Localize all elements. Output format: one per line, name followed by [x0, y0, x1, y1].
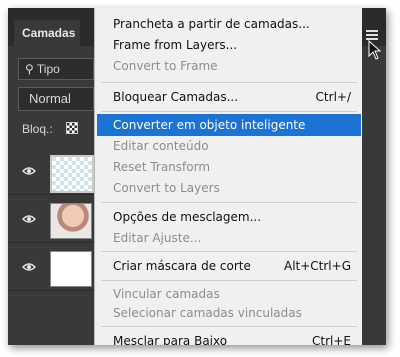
layer-thumbnail-transparent [50, 155, 94, 193]
menu-separator [101, 251, 357, 252]
menu-item-convert-to-frame: Convert to Frame [113, 59, 218, 73]
menu-item-select-linked-layers: Selecionar camadas vinculadas [113, 306, 302, 320]
menu-separator [101, 82, 357, 83]
menu-item-reset-transform: Reset Transform [113, 160, 211, 174]
mouse-cursor-icon [368, 40, 382, 60]
menu-item-lock-layers[interactable]: Bloquear Camadas... Ctrl+/ [95, 86, 363, 108]
lock-transparency-icon[interactable] [66, 122, 78, 134]
layers-context-menu: Prancheta a partir de camadas... Frame f… [94, 8, 362, 345]
layer-filter-dropdown[interactable]: ⚲ Tipo [18, 58, 94, 80]
menu-item-convert-to-layers: Convert to Layers [113, 181, 220, 195]
menu-item-convert-to-smart-object[interactable]: Converter em objeto inteligente [97, 114, 361, 136]
filter-value: Tipo [36, 62, 60, 76]
layer-row[interactable] [8, 246, 98, 291]
layer-row[interactable] [8, 150, 98, 195]
tab-layers[interactable]: Camadas [14, 20, 80, 46]
menu-separator [101, 280, 357, 281]
menu-separator [101, 326, 357, 327]
eye-icon[interactable] [22, 164, 36, 178]
eye-icon[interactable] [22, 212, 36, 226]
menu-item-edit-adjustment: Editar Ajuste... [113, 231, 202, 245]
menu-item-edit-contents: Editar conteúdo [113, 139, 209, 153]
screenshot-frame: Camadas ⚲ Tipo Normal Bloq.: Prancheta a… [8, 8, 386, 345]
layer-thumbnail-white [50, 251, 92, 287]
panel-menu-icon[interactable] [366, 30, 378, 40]
eye-icon[interactable] [22, 260, 36, 274]
search-icon: ⚲ [25, 62, 34, 76]
menu-item-blending-options[interactable]: Opções de mesclagem... [95, 206, 363, 228]
menu-item-merge-down[interactable]: Mesclar para Baixo Ctrl+E [95, 330, 363, 345]
menu-separator [101, 202, 357, 203]
menu-item-frame-from-layers[interactable]: Frame from Layers... [95, 34, 363, 56]
menu-item-create-clipping-mask[interactable]: Criar máscara de corte Alt+Ctrl+G [95, 255, 363, 277]
menu-item-artboard-from-layers[interactable]: Prancheta a partir de camadas... [95, 13, 363, 35]
menu-separator [101, 111, 357, 112]
lock-label: Bloq.: [22, 122, 53, 136]
blend-mode-select[interactable]: Normal [18, 87, 94, 111]
layer-thumbnail-photo [50, 203, 92, 239]
layer-row[interactable] [8, 198, 98, 243]
